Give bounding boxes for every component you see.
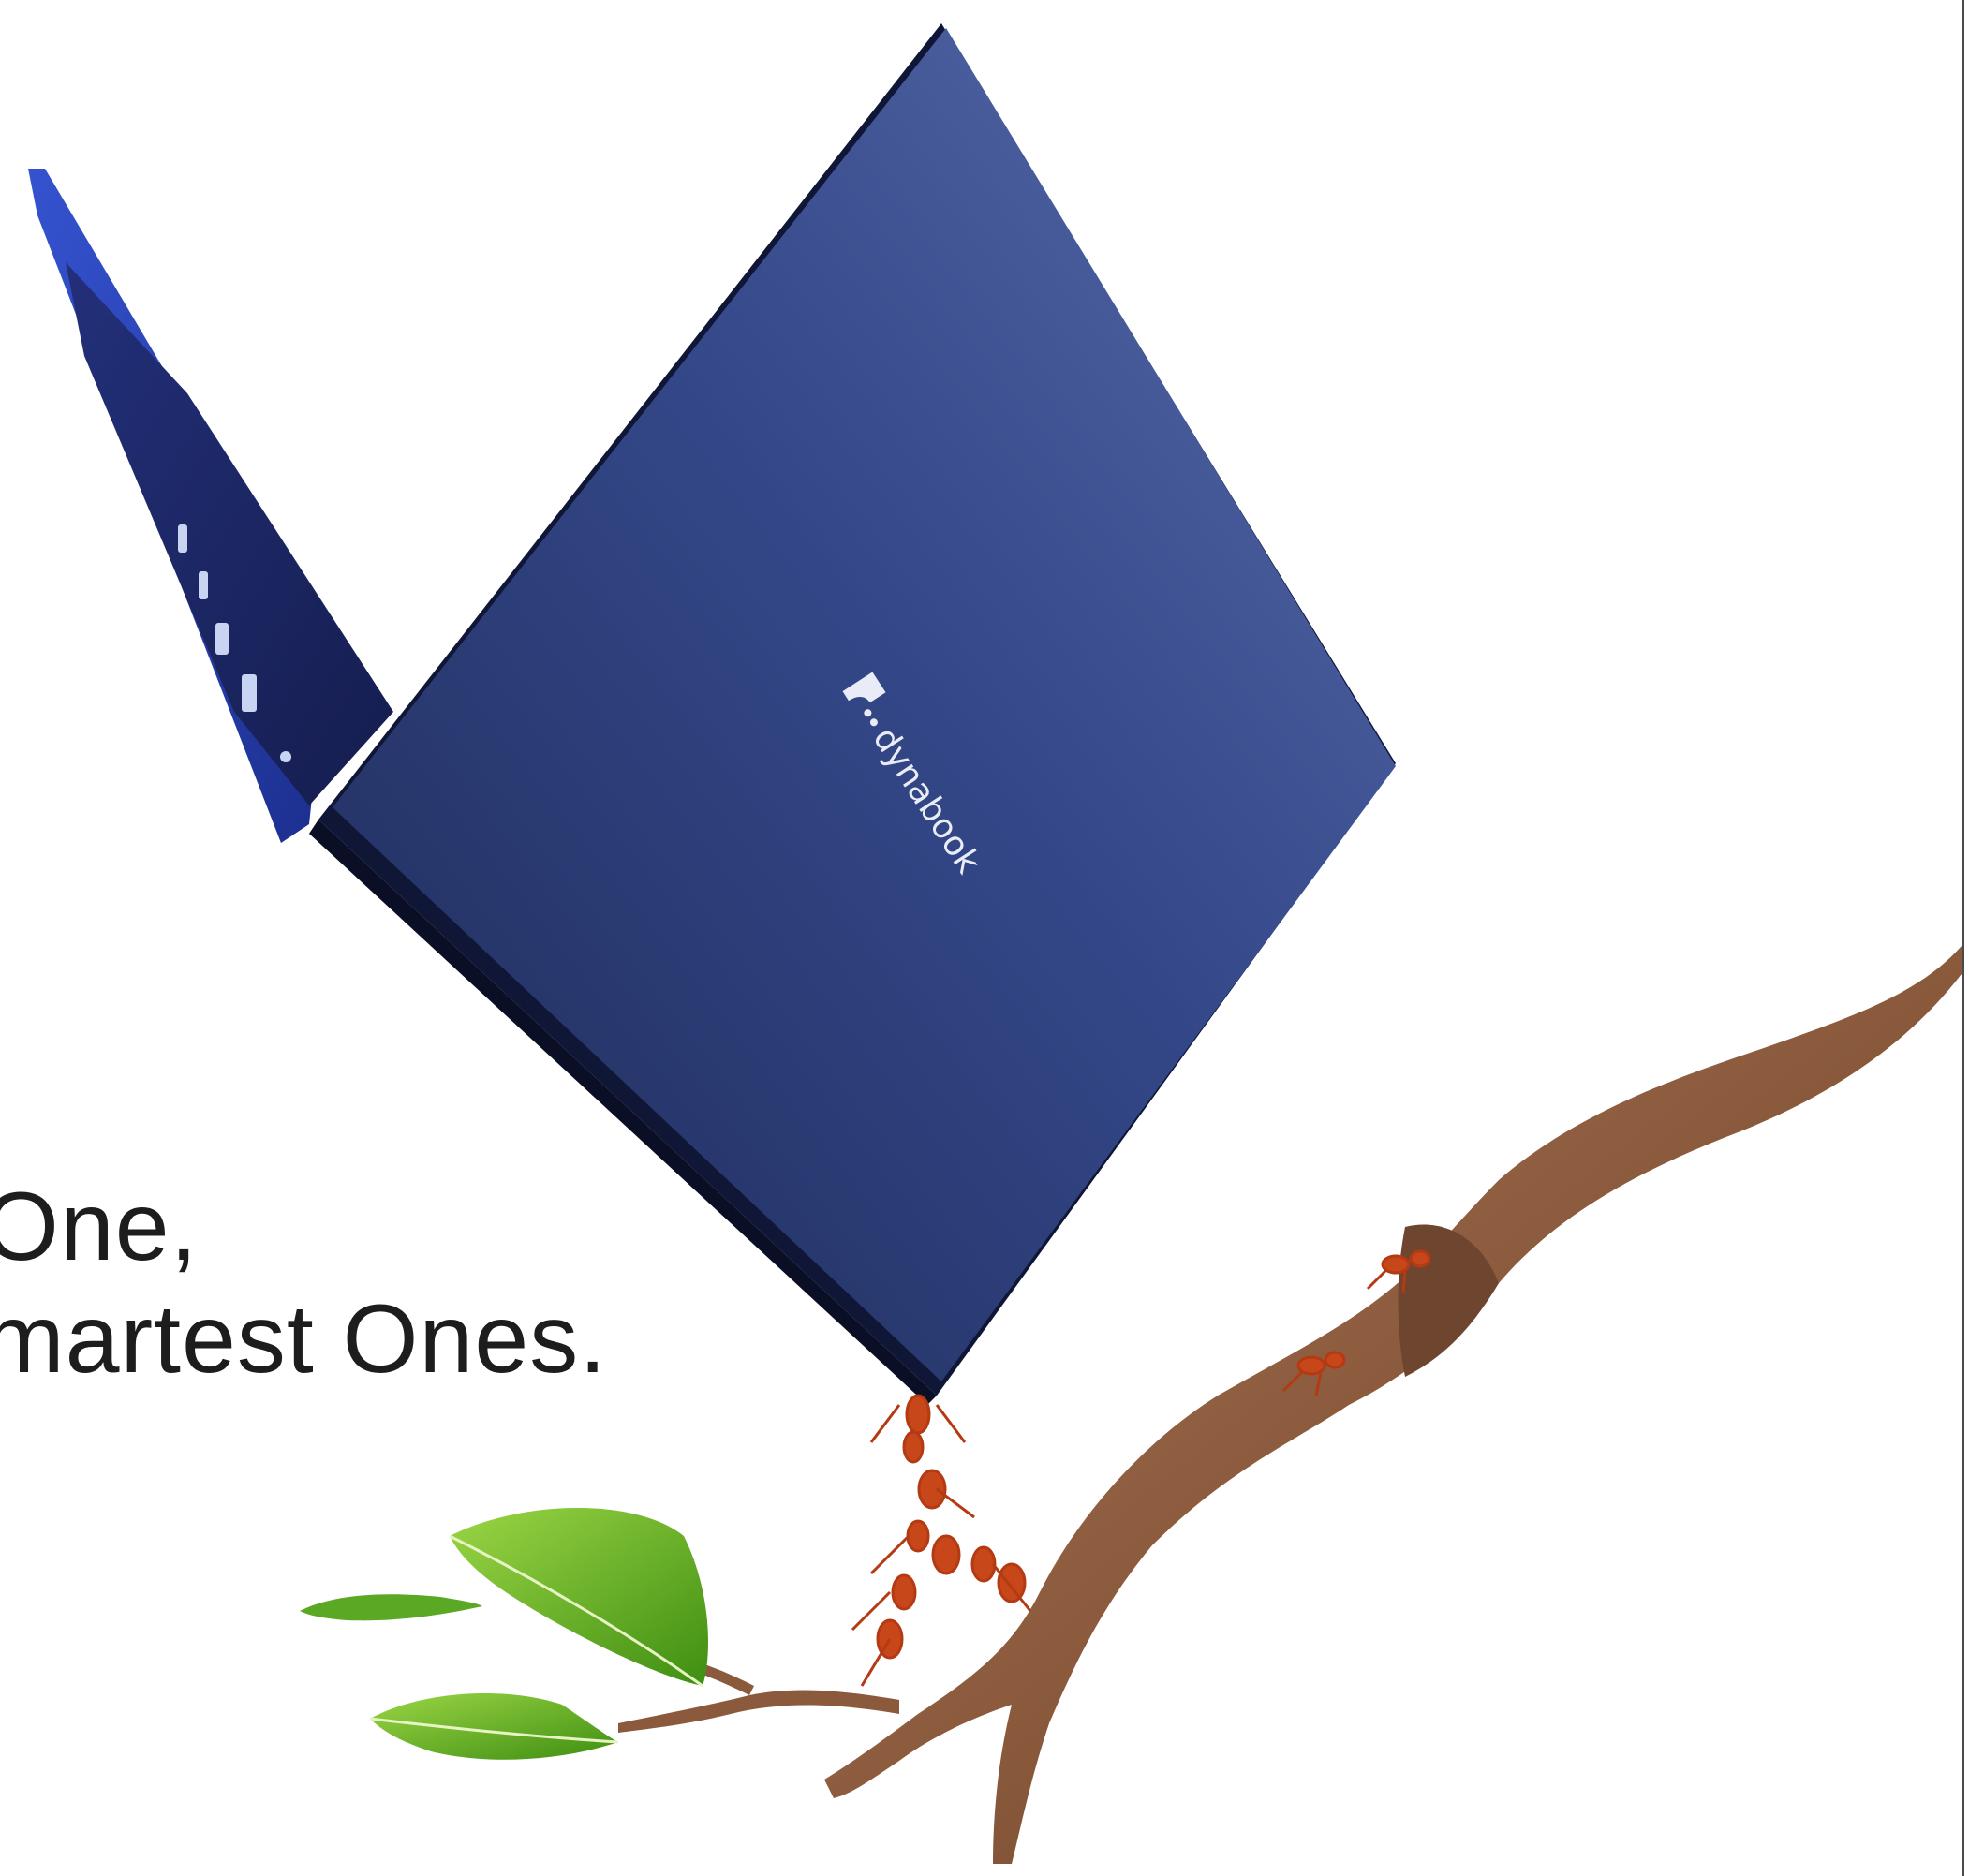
branch-twig <box>618 1690 899 1733</box>
tagline-line-2: martest Ones. <box>0 1285 608 1394</box>
port-usb-c <box>178 524 187 553</box>
laptop-keyboard-deck <box>66 262 393 805</box>
ant-chain <box>851 1394 1032 1687</box>
product-scene: dynabook <box>28 23 1962 1864</box>
tagline: One, martest Ones. <box>0 1171 607 1396</box>
page-right-rule <box>1962 0 1964 1876</box>
leaf-lower <box>370 1693 618 1760</box>
port-audio <box>280 751 291 762</box>
port-usb-c-2 <box>199 571 208 599</box>
port-hdmi <box>242 674 257 712</box>
port-usb-a <box>215 623 229 655</box>
leaf-small <box>300 1594 482 1621</box>
leaf-large <box>450 1508 708 1686</box>
tagline-line-1: One, <box>0 1173 199 1281</box>
ad-page: dynabook One, martest Ones. <box>0 0 1969 1876</box>
laptop-base <box>28 169 393 843</box>
